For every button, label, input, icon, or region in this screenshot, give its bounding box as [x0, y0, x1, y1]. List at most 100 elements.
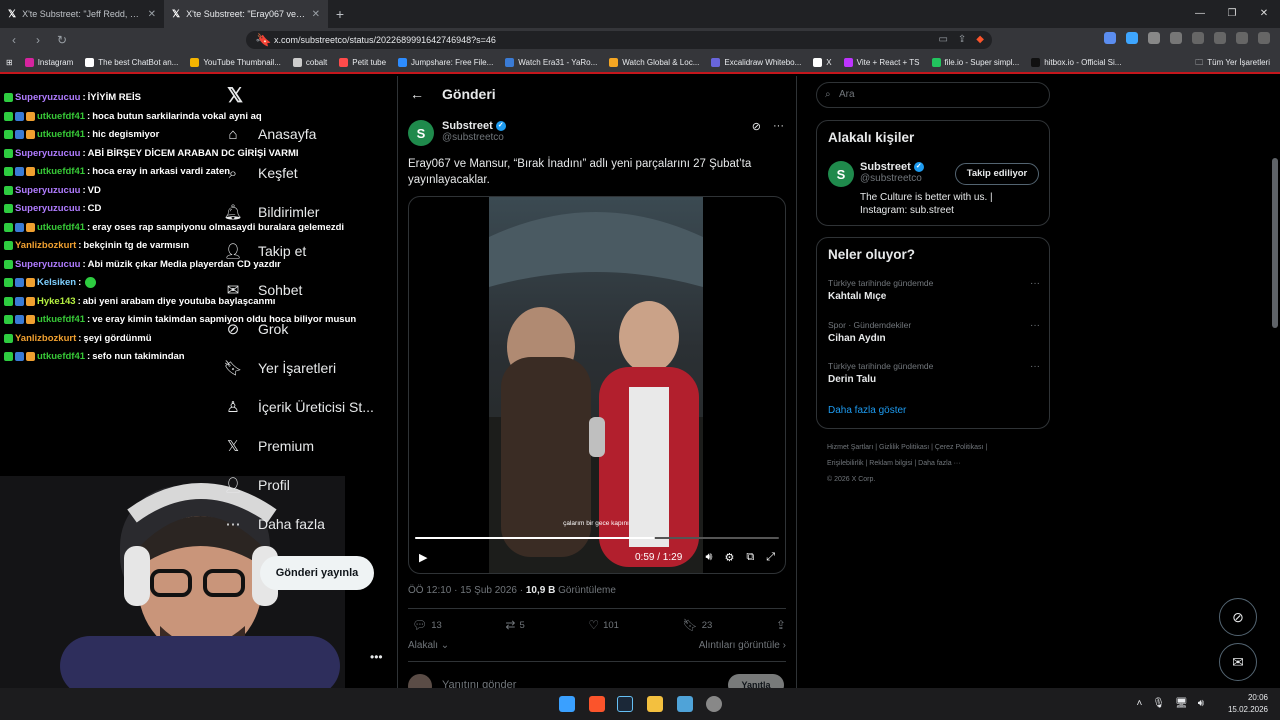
bookmark-page-icon[interactable]: 🔖 [254, 33, 274, 47]
avatar[interactable]: S [408, 120, 434, 146]
restore-icon[interactable]: ❐ [1216, 0, 1248, 28]
windows-start-icon[interactable] [559, 696, 575, 712]
reply-action[interactable]: 💬︎ 13 [412, 618, 442, 632]
person-handle[interactable]: @substreetco [860, 173, 924, 184]
tray-chevron-icon[interactable]: ˄ [1136, 688, 1142, 720]
nav-explore[interactable]: ⌕ Keşfet [222, 162, 298, 184]
extension-icon[interactable] [1148, 32, 1160, 44]
post-button[interactable]: Gönderi yayınla [260, 556, 374, 590]
like-action[interactable]: ♡ 101 [588, 618, 619, 632]
nav-creator-studio[interactable]: ♙ İçerik Üreticisi St... [222, 396, 374, 418]
settings-gear-icon[interactable]: ⚙ [724, 551, 734, 564]
brave-shield-icon[interactable]: ◆ [976, 31, 984, 49]
media-icon[interactable] [1214, 32, 1226, 44]
pip-icon[interactable]: ⧉ [746, 551, 754, 564]
nav-more[interactable]: ⋯ Daha fazla [222, 513, 325, 535]
nav-follow[interactable]: 👤︎ Takip et [222, 240, 306, 262]
following-button[interactable]: Takip ediliyor [955, 163, 1039, 185]
person-name[interactable]: Substreet [860, 161, 911, 173]
back-arrow-icon[interactable]: ← [410, 86, 424, 102]
tab-close-icon[interactable]: ✕ [148, 9, 156, 20]
footer-line[interactable]: Hizmet Şartları | Gizlilik Politikası | … [827, 440, 1047, 456]
video-progress-bar[interactable] [415, 537, 779, 539]
browser-tab-active[interactable]: 𝕏 X'te Substreet: "Eray067 ve Man ✕ [164, 0, 328, 28]
bookmark-item[interactable]: Instagram [19, 57, 80, 67]
close-window-icon[interactable]: ✕ [1248, 0, 1280, 28]
back-icon[interactable]: ‹ [4, 33, 24, 47]
microphone-icon[interactable]: 🎙︎ [1152, 688, 1165, 720]
tab-close-icon[interactable]: ✕ [312, 9, 320, 20]
nav-notifications[interactable]: 🔔︎ Bildirimler [222, 201, 319, 223]
bookmark-item[interactable]: Petit tube [333, 57, 392, 67]
clock[interactable]: 20:06 15.02.2026 [1228, 692, 1268, 716]
search-input[interactable]: ⌕ Ara [816, 82, 1050, 108]
more-options-icon[interactable]: ··· [773, 120, 784, 133]
nav-profile[interactable]: 👤︎ Profil [222, 474, 289, 496]
app-icon[interactable] [706, 696, 722, 712]
new-tab-button[interactable]: + [328, 6, 352, 22]
bookmark-item[interactable]: Watch Era31 - YaRo... [499, 57, 603, 67]
nav-home[interactable]: ⌂ Anasayfa [222, 123, 316, 145]
bookmark-item[interactable]: Vite + React + TS [838, 57, 926, 67]
view-quotes-link[interactable]: Alıntıları görüntüle › [699, 640, 786, 651]
bookmark-action[interactable]: 🔖︎ 23 [683, 618, 713, 632]
author-name[interactable]: Substreet [442, 120, 493, 132]
network-icon[interactable]: 🖥︎ [1175, 688, 1188, 720]
x-home-logo[interactable]: 𝕏 [224, 84, 246, 107]
sidebar-icon[interactable] [1192, 32, 1204, 44]
extension-icon[interactable] [1126, 32, 1138, 44]
footer-line[interactable]: Erişilebilirlik | Reklam bilgisi | Daha … [827, 456, 1047, 472]
nav-chat[interactable]: ✉ Sohbet [222, 279, 303, 301]
author-handle[interactable]: @substreetco [442, 132, 506, 143]
extensions-puzzle-icon[interactable] [1170, 32, 1182, 44]
address-bar[interactable]: ⊶ x.com/substreetco/status/2022689991642… [246, 31, 992, 49]
wallet-icon[interactable] [1236, 32, 1248, 44]
trend-more-icon[interactable]: ··· [1030, 320, 1040, 331]
trend-more-icon[interactable]: ··· [1030, 278, 1040, 289]
repost-action[interactable]: ⇄ 5 [505, 618, 524, 632]
bookmark-item[interactable]: file.io - Super simpl... [926, 57, 1026, 67]
trend-more-icon[interactable]: ··· [1030, 361, 1040, 372]
file-explorer-icon[interactable] [647, 696, 663, 712]
steam-icon[interactable] [617, 696, 633, 712]
video-player[interactable]: çalarım bir gece kapını ▶ 0:59 / 1:29 🔊︎… [408, 196, 786, 574]
fullscreen-icon[interactable]: ⤢ [766, 551, 775, 564]
share-icon[interactable]: ⇪ [958, 31, 966, 49]
menu-icon[interactable] [1258, 32, 1270, 44]
person-avatar[interactable]: S [828, 161, 854, 187]
nav-bookmarks[interactable]: 🔖︎ Yer İşaretleri [222, 357, 336, 379]
post-author[interactable]: S Substreet ✓ @substreetco [408, 120, 506, 146]
trend-item[interactable]: Spor · Gündemdekiler Cihan Aydın ··· [828, 320, 1040, 344]
bookmark-item[interactable]: X [807, 57, 837, 67]
show-more-link[interactable]: Daha fazla göster [828, 405, 906, 416]
cast-icon[interactable]: ▭ [938, 31, 947, 49]
forward-icon[interactable]: › [28, 33, 48, 47]
all-bookmarks[interactable]: 🗀 Tüm Yer İşaretleri [1195, 52, 1270, 74]
bookmark-item[interactable]: Excalidraw Whitebo... [705, 57, 807, 67]
reply-button[interactable]: Yanıtla [728, 674, 784, 688]
bookmark-item[interactable]: The best ChatBot an... [79, 57, 184, 67]
bookmark-item[interactable]: YouTube Thumbnail... [184, 57, 287, 67]
bookmark-item[interactable]: Jumpshare: Free File... [392, 57, 499, 67]
account-menu-dots-icon[interactable]: ••• [370, 650, 383, 664]
bookmark-item[interactable]: Watch Global & Loc... [603, 57, 705, 67]
trend-item[interactable]: Türkiye tarihinde gündemde Kahtalı Mıçe … [828, 278, 1040, 302]
volume-icon[interactable]: 🔊︎ [1198, 688, 1204, 720]
reply-input[interactable]: Yanıtını gönder [442, 679, 516, 688]
brave-browser-icon[interactable] [589, 696, 605, 712]
related-dropdown[interactable]: Alakalı ⌄ [408, 640, 449, 651]
volume-icon[interactable]: 🔊︎ [706, 551, 713, 564]
bookmark-item[interactable]: cobalt [287, 57, 333, 67]
extension-icon[interactable] [1104, 32, 1116, 44]
photos-icon[interactable] [677, 696, 693, 712]
browser-tab[interactable]: 𝕏 X'te Substreet: "Jeff Redd, "Ben Bir B… [0, 0, 164, 28]
grok-float-button[interactable]: ⊘ [1219, 598, 1257, 636]
reload-icon[interactable]: ↻ [52, 33, 72, 47]
apps-grid-icon[interactable]: ⊞ [0, 58, 19, 67]
nav-grok[interactable]: ⊘ Grok [222, 318, 289, 340]
share-action[interactable]: ⇪ [776, 618, 786, 632]
post-timestamp[interactable]: ÖÖ 12:10 · 15 Şub 2026 · [408, 585, 523, 596]
bookmark-item[interactable]: hitbox.io - Official Si... [1025, 57, 1127, 67]
grok-explain-icon[interactable]: ⊘ [752, 120, 761, 133]
trend-item[interactable]: Türkiye tarihinde gündemde Derin Talu ··… [828, 361, 1040, 385]
